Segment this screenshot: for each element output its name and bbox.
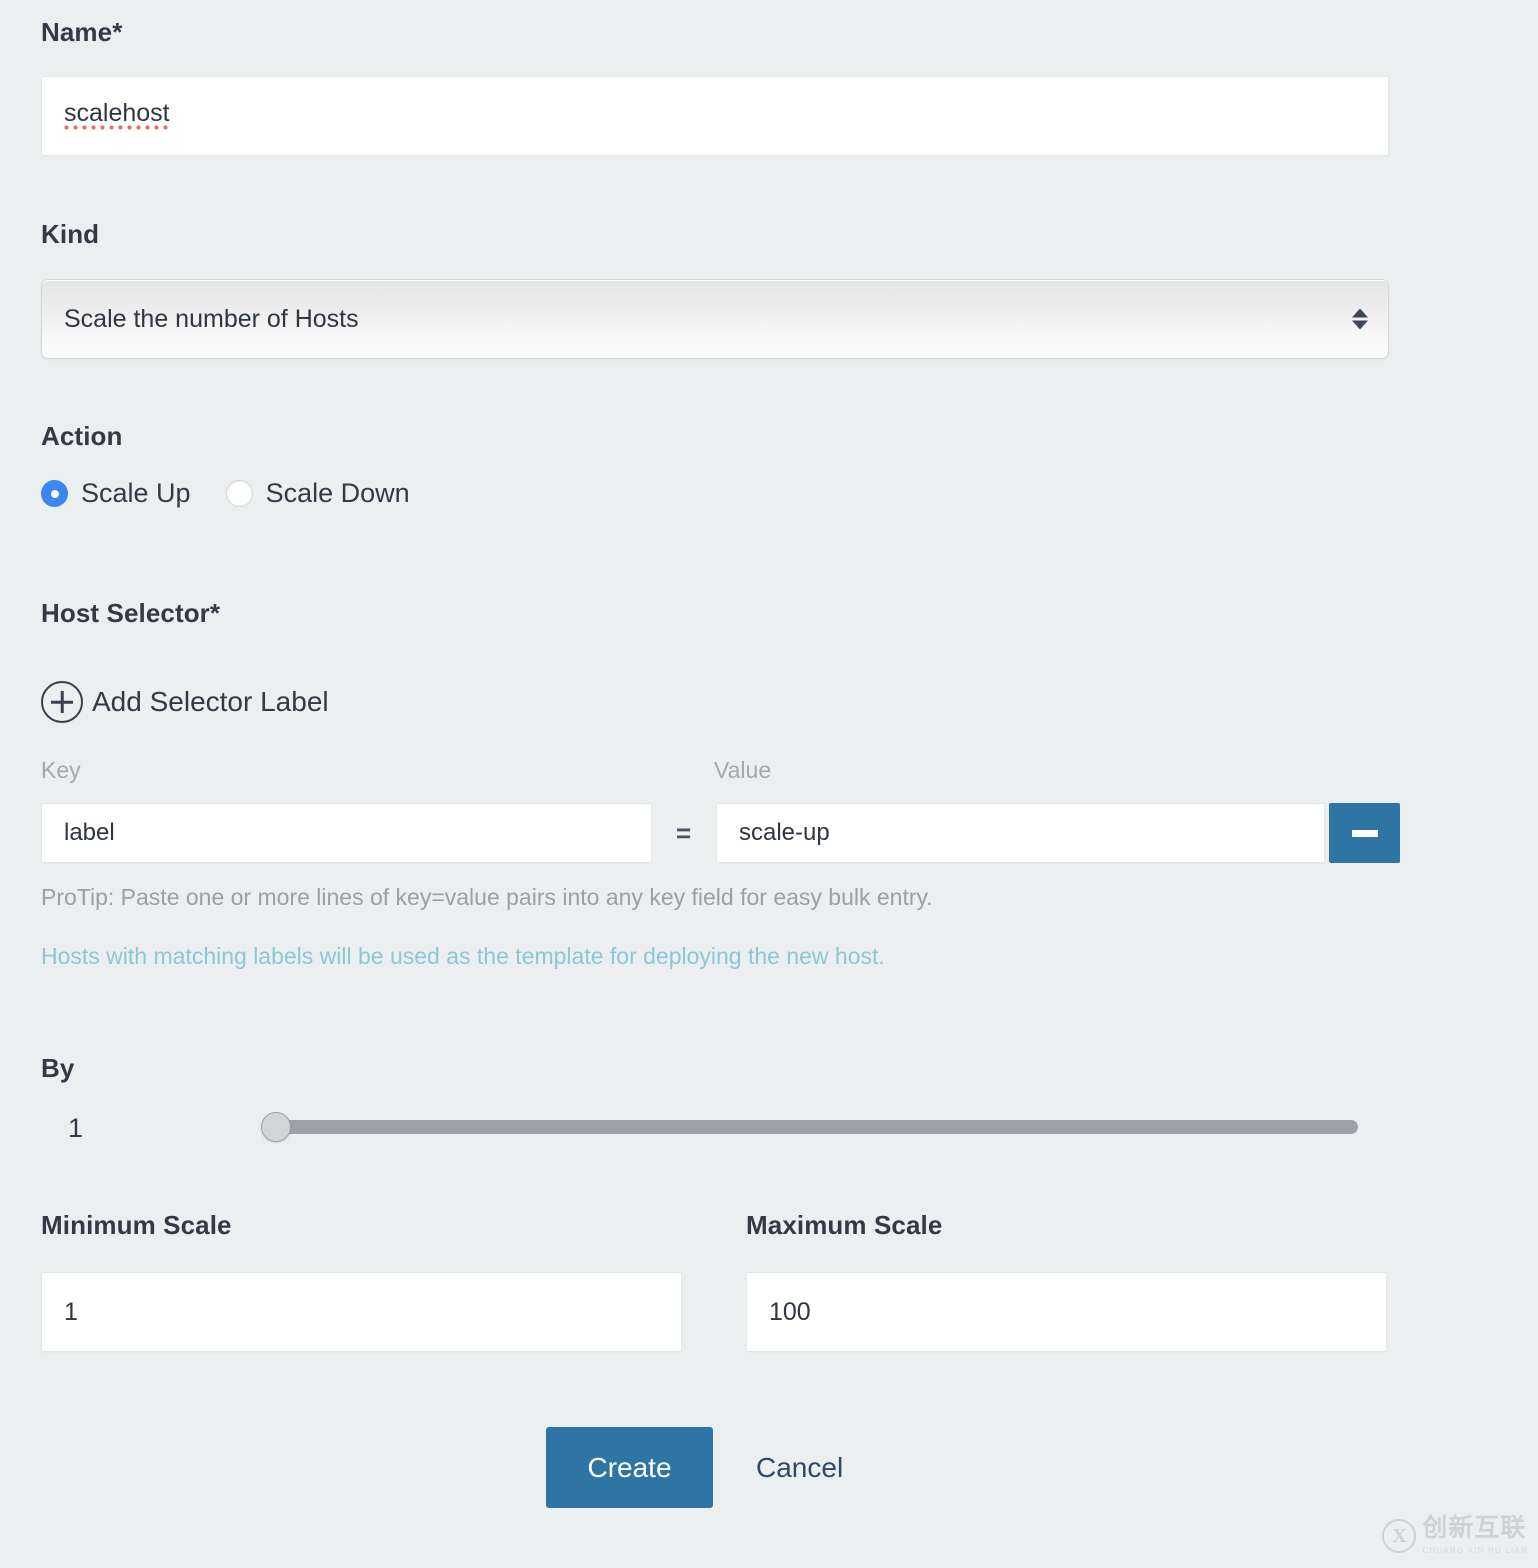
minus-icon	[1351, 829, 1378, 837]
template-hint-text: Hosts with matching labels will be used …	[41, 943, 885, 969]
radio-scale-down-indicator[interactable]	[225, 480, 253, 507]
by-slider-thumb[interactable]	[261, 1112, 291, 1142]
action-field-label: Action	[41, 421, 123, 451]
watermark-logo-icon: X	[1382, 1519, 1417, 1554]
add-selector-label-text: Add Selector Label	[92, 686, 329, 717]
create-button[interactable]: Create	[546, 1427, 713, 1508]
host-selector-field-label: Host Selector*	[41, 598, 221, 628]
remove-selector-label-button[interactable]	[1329, 803, 1400, 863]
maximum-scale-label: Maximum Scale	[746, 1210, 943, 1240]
selector-value-input[interactable]: scale-up	[716, 803, 1325, 863]
maximum-scale-input[interactable]: 100	[746, 1272, 1387, 1352]
radio-scale-up[interactable]: Scale Up	[41, 478, 191, 509]
name-field-label: Name*	[41, 17, 123, 47]
chevron-updown-icon	[1352, 308, 1368, 330]
selector-value-value: scale-up	[739, 819, 830, 846]
minimum-scale-value: 1	[64, 1297, 78, 1326]
by-value-readout: 1	[68, 1113, 84, 1143]
kind-field-label: Kind	[41, 219, 100, 249]
cancel-button[interactable]: Cancel	[756, 1452, 843, 1484]
maximum-scale-value: 100	[769, 1297, 811, 1326]
radio-scale-up-indicator[interactable]	[41, 480, 68, 507]
watermark: X 创新互联 CHUANG XIN HU LIAN	[1382, 1512, 1528, 1558]
radio-scale-down[interactable]: Scale Down	[225, 478, 410, 509]
selector-key-input[interactable]: label	[41, 803, 652, 863]
selector-key-value: label	[64, 819, 115, 846]
add-selector-label-button[interactable]: Add Selector Label	[41, 681, 329, 723]
watermark-chinese-text: 创新互联	[1422, 1512, 1527, 1542]
radio-scale-down-label: Scale Down	[265, 478, 410, 508]
watermark-pinyin-text: CHUANG XIN HU LIAN	[1422, 1546, 1528, 1556]
plus-circle-icon	[41, 681, 83, 723]
value-column-header: Value	[714, 757, 772, 783]
kind-select[interactable]: Scale the number of Hosts	[41, 279, 1389, 359]
key-column-header: Key	[41, 757, 81, 783]
scaling-group-form: Name* scalehost Kind Scale the number of…	[0, 0, 1538, 1568]
watermark-text: 创新互联 CHUANG XIN HU LIAN	[1422, 1512, 1528, 1558]
name-input[interactable]: scalehost	[41, 76, 1389, 156]
by-slider-track[interactable]	[276, 1120, 1358, 1134]
minimum-scale-label: Minimum Scale	[41, 1210, 232, 1240]
by-field-label: By	[41, 1053, 75, 1083]
by-slider[interactable]	[261, 1112, 1358, 1142]
radio-scale-up-label: Scale Up	[81, 478, 191, 508]
protip-text: ProTip: Paste one or more lines of key=v…	[41, 884, 933, 910]
kind-select-value: Scale the number of Hosts	[64, 304, 359, 333]
name-input-value: scalehost	[64, 99, 170, 133]
minimum-scale-input[interactable]: 1	[41, 1272, 682, 1352]
equals-separator: =	[676, 818, 692, 848]
action-radio-group: Scale Up Scale Down	[41, 478, 410, 509]
